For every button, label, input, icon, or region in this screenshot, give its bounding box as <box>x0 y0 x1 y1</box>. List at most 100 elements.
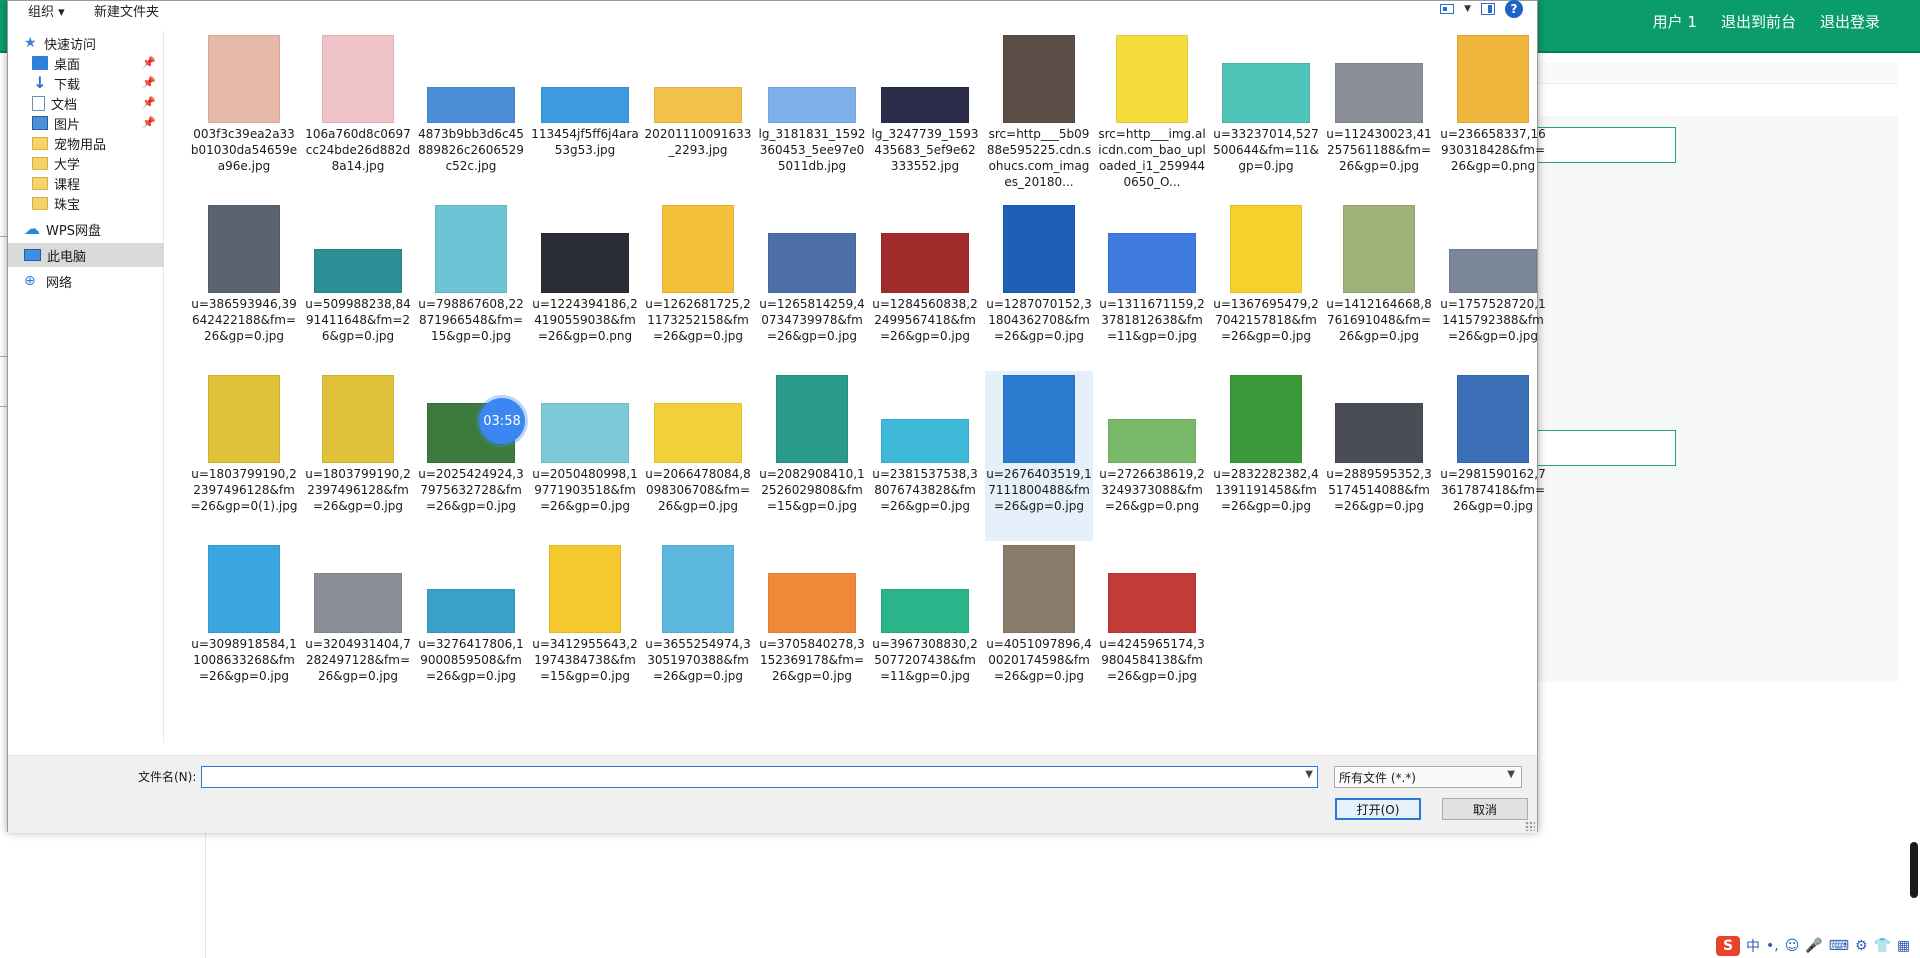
file-item[interactable]: u=2981590162,7361787418&fm=26&gp=0.jpg <box>1439 371 1547 541</box>
ime-emoji-icon[interactable]: ☺ <box>1785 938 1800 954</box>
file-name: u=2832282382,41391191458&fm=26&gp=0.jpg <box>1213 467 1319 513</box>
ime-punct-toggle[interactable]: •, <box>1766 938 1779 954</box>
sogou-ime-logo-icon[interactable]: S <box>1716 936 1740 956</box>
file-item[interactable]: 4873b9bb3d6c45889826c2606529c52c.jpg <box>417 31 525 201</box>
preview-pane-icon[interactable] <box>1481 3 1495 15</box>
file-item[interactable]: u=2066478084,8098306708&fm=26&gp=0.jpg <box>644 371 752 541</box>
file-item[interactable]: lg_3181831_1592360453_5ee97e05011db.jpg <box>758 31 866 201</box>
change-view-icon[interactable] <box>1440 4 1455 14</box>
file-item[interactable]: u=2082908410,12526029808&fm=15&gp=0.jpg <box>758 371 866 541</box>
nav-item-label: WPS网盘 <box>46 223 101 239</box>
background-input-2[interactable] <box>1534 430 1676 466</box>
cancel-button[interactable]: 取消 <box>1442 798 1528 820</box>
organize-menu[interactable]: 组织 ▾ <box>28 1 65 20</box>
file-item[interactable]: u=3705840278,3152369178&fm=26&gp=0.jpg <box>758 541 866 711</box>
file-name: u=3098918584,11008633268&fm=26&gp=0.jpg <box>191 637 297 683</box>
nav-item[interactable]: 此电脑 <box>8 243 164 267</box>
file-item[interactable]: u=236658337,16930318428&fm=26&gp=0.png <box>1439 31 1547 201</box>
file-name: u=1287070152,31804362708&fm=26&gp=0.jpg <box>986 297 1092 343</box>
image-thumbnail <box>1449 249 1537 293</box>
file-item[interactable]: u=2025424924,37975632728&fm=26&gp=0.jpg <box>417 371 525 541</box>
file-item[interactable]: u=2889595352,35174514088&fm=26&gp=0.jpg <box>1325 371 1433 541</box>
image-thumbnail <box>541 233 629 293</box>
ime-skin-icon[interactable]: 👕 <box>1874 938 1891 954</box>
ime-voice-icon[interactable]: 🎤 <box>1805 938 1822 954</box>
nav-item[interactable]: ⊕ 网络 <box>8 269 164 293</box>
nav-item[interactable]: 珠宝 <box>8 191 164 215</box>
image-thumbnail <box>881 589 969 633</box>
file-item[interactable]: u=1284560838,22499567418&fm=26&gp=0.jpg <box>871 201 979 371</box>
help-icon[interactable]: ? <box>1505 0 1523 18</box>
ime-settings-icon[interactable]: ⚙ <box>1855 938 1868 954</box>
file-item[interactable]: u=3276417806,19000859508&fm=26&gp=0.jpg <box>417 541 525 711</box>
resize-grip-icon[interactable] <box>1525 821 1535 831</box>
thumbnail-frame <box>768 35 856 123</box>
file-item[interactable]: u=3204931404,7282497128&fm=26&gp=0.jpg <box>304 541 412 711</box>
file-item[interactable]: 20201110091633_2293.jpg <box>644 31 752 201</box>
file-name: src=http___img.alicdn.com_bao_uploaded_i… <box>1098 127 1206 189</box>
file-item[interactable]: u=386593946,39642422188&fm=26&gp=0.jpg <box>190 201 298 371</box>
file-item[interactable]: u=1803799190,22397496128&fm=26&gp=0.jpg <box>304 371 412 541</box>
file-item[interactable]: u=1367695479,27042157818&fm=26&gp=0.jpg <box>1212 201 1320 371</box>
ime-keyboard-icon[interactable]: ⌨ <box>1829 938 1849 954</box>
thumbnail-frame <box>1222 205 1310 293</box>
file-item[interactable]: src=http___img.alicdn.com_bao_uploaded_i… <box>1098 31 1206 201</box>
file-item[interactable]: u=3098918584,11008633268&fm=26&gp=0.jpg <box>190 541 298 711</box>
image-thumbnail <box>1335 403 1423 463</box>
document-icon <box>32 95 45 111</box>
image-thumbnail <box>662 545 734 633</box>
file-item[interactable]: u=1803799190,22397496128&fm=26&gp=0(1).j… <box>190 371 298 541</box>
file-item[interactable]: u=2381537538,38076743828&fm=26&gp=0.jpg <box>871 371 979 541</box>
logout-link[interactable]: 退出登录 <box>1820 11 1880 32</box>
file-item[interactable]: u=3655254974,33051970388&fm=26&gp=0.jpg <box>644 541 752 711</box>
image-thumbnail <box>1222 63 1310 123</box>
file-item[interactable]: lg_3247739_1593435683_5ef9e62333552.jpg <box>871 31 979 201</box>
nav-item[interactable]: ☁ WPS网盘 <box>8 217 164 241</box>
file-item[interactable]: src=http___5b0988e595225.cdn.sohucs.com_… <box>985 31 1093 201</box>
filename-history-chevron-down-icon[interactable]: ▼ <box>1305 769 1313 780</box>
file-item[interactable]: u=1287070152,31804362708&fm=26&gp=0.jpg <box>985 201 1093 371</box>
thumbnail-frame <box>654 205 742 293</box>
exit-to-frontend-link[interactable]: 退出到前台 <box>1721 11 1796 32</box>
file-item[interactable]: 106a760d8c0697cc24bde26d882d8a14.jpg <box>304 31 412 201</box>
file-item[interactable]: 003f3c39ea2a33b01030da54659ea96e.jpg <box>190 31 298 201</box>
floating-timer-badge[interactable]: 03:58 <box>479 398 525 444</box>
nav-item-label: 大学 <box>54 157 81 173</box>
file-name: u=798867608,22871966548&fm=15&gp=0.jpg <box>418 297 524 343</box>
file-item[interactable]: u=1757528720,11415792388&fm=26&gp=0.jpg <box>1439 201 1547 371</box>
background-scrollbar[interactable] <box>1910 842 1918 898</box>
view-options-chevron-down-icon[interactable]: ▼ <box>1464 4 1471 14</box>
file-name: u=3655254974,33051970388&fm=26&gp=0.jpg <box>645 637 751 683</box>
file-item[interactable]: u=33237014,527500644&fm=11&gp=0.jpg <box>1212 31 1320 201</box>
file-item[interactable]: u=2050480998,19771903518&fm=26&gp=0.jpg <box>531 371 639 541</box>
file-item[interactable]: u=2676403519,17111800488&fm=26&gp=0.jpg <box>985 371 1093 541</box>
user-menu[interactable]: 用户 1 <box>1653 11 1697 32</box>
file-item[interactable]: 113454jf5ff6j4ara53g53.jpg <box>531 31 639 201</box>
file-item[interactable]: u=112430023,41257561188&fm=26&gp=0.jpg <box>1325 31 1433 201</box>
background-input-1[interactable] <box>1534 127 1676 163</box>
filename-input[interactable]: ▼ <box>201 766 1318 788</box>
file-item[interactable]: u=1262681725,21173252158&fm=26&gp=0.jpg <box>644 201 752 371</box>
nav-item-label: 珠宝 <box>54 197 81 213</box>
file-item[interactable]: u=3967308830,25077207438&fm=11&gp=0.jpg <box>871 541 979 711</box>
file-item[interactable]: u=509988238,8491411648&fm=26&gp=0.jpg <box>304 201 412 371</box>
file-item[interactable]: u=4245965174,39804584138&fm=26&gp=0.jpg <box>1098 541 1206 711</box>
file-item[interactable]: u=1224394186,24190559038&fm=26&gp=0.png <box>531 201 639 371</box>
file-name: u=509988238,8491411648&fm=26&gp=0.jpg <box>305 297 411 343</box>
new-folder-button[interactable]: 新建文件夹 <box>94 1 159 20</box>
file-item[interactable]: u=2832282382,41391191458&fm=26&gp=0.jpg <box>1212 371 1320 541</box>
file-item[interactable]: u=3412955643,21974384738&fm=15&gp=0.jpg <box>531 541 639 711</box>
star-icon: ★ <box>24 35 37 51</box>
filetype-select[interactable]: 所有文件 (*.*) ▼ <box>1334 766 1522 788</box>
ime-toolbox-icon[interactable]: ▦ <box>1897 938 1910 954</box>
ime-mode-toggle[interactable]: 中 <box>1746 936 1760 956</box>
file-item[interactable]: u=4051097896,40020174598&fm=26&gp=0.jpg <box>985 541 1093 711</box>
file-item[interactable]: u=798867608,22871966548&fm=15&gp=0.jpg <box>417 201 525 371</box>
open-button[interactable]: 打开(O) <box>1335 798 1421 820</box>
image-thumbnail <box>314 249 402 293</box>
file-item[interactable]: u=2726638619,23249373088&fm=26&gp=0.png <box>1098 371 1206 541</box>
file-item[interactable]: u=1412164668,8761691048&fm=26&gp=0.jpg <box>1325 201 1433 371</box>
file-item[interactable]: u=1265814259,40734739978&fm=26&gp=0.jpg <box>758 201 866 371</box>
image-thumbnail <box>322 375 394 463</box>
file-item[interactable]: u=1311671159,23781812638&fm=11&gp=0.jpg <box>1098 201 1206 371</box>
